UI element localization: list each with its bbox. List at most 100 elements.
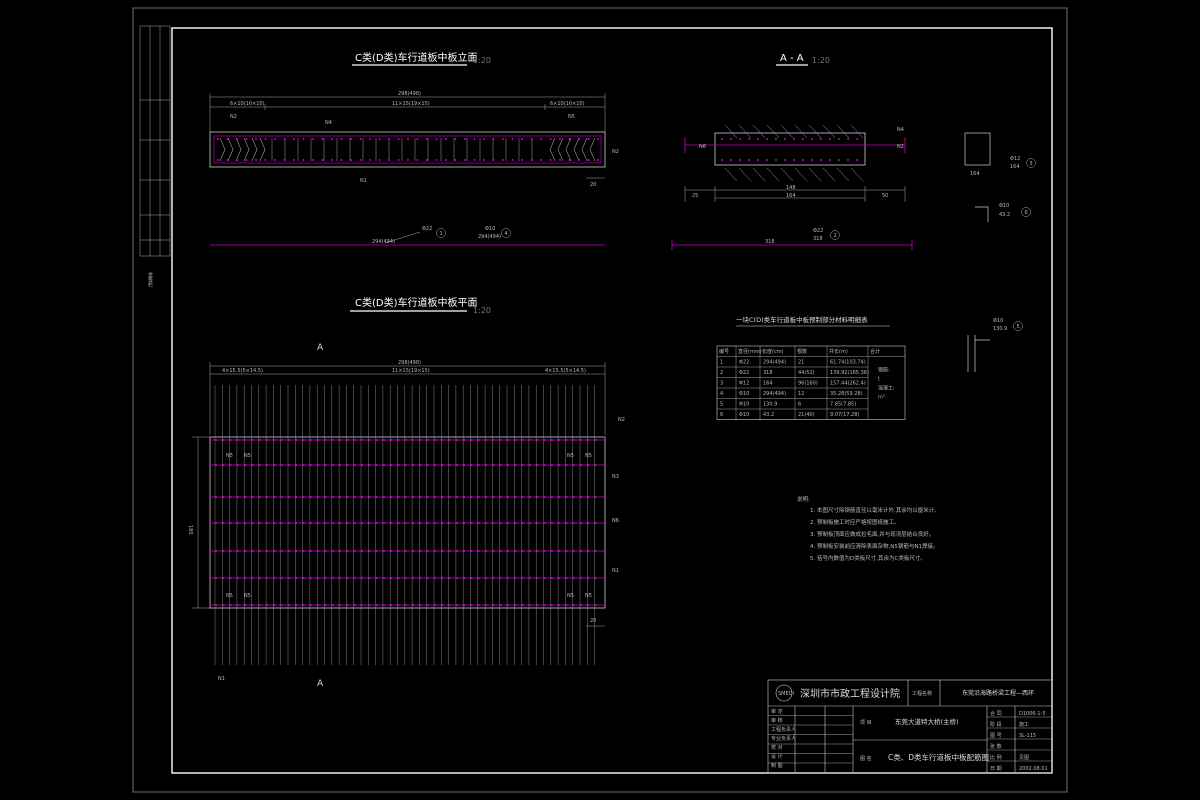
plan-rebar-dot — [353, 522, 356, 524]
plan-rebar-dot — [594, 522, 597, 524]
elevation-rebar-dot — [321, 159, 324, 161]
plan-rebar-dot — [572, 577, 575, 579]
plan-rebar-dot — [266, 464, 268, 466]
plan-rebar-dot — [390, 496, 393, 498]
plan-rebar-dot — [397, 464, 400, 466]
plan-rebar-dot — [470, 604, 473, 606]
table-cell: Φ22 — [739, 370, 749, 376]
plan-rebar-dot — [470, 464, 473, 466]
elevation-rebar-dot — [369, 159, 371, 161]
plan-rebar-dot — [266, 550, 268, 552]
plan-rebar-dot — [273, 550, 276, 552]
section-rebar-dot — [775, 159, 777, 161]
plan-rebar-dot — [492, 464, 495, 466]
plan-rebar-dot — [346, 522, 349, 524]
elevation-rebar-dot — [388, 159, 390, 161]
section-stirrup-line — [850, 124, 864, 139]
plan-rebar-dot — [258, 464, 261, 466]
section-rebar-dot — [793, 159, 795, 161]
elevation-stirrup — [251, 137, 258, 162]
plan-rebar-dot — [346, 604, 349, 606]
section-rebar-dot — [748, 159, 750, 161]
plan-rebar-dot — [353, 577, 356, 579]
section-rebar-dot — [847, 159, 849, 161]
plan-rebar-dot — [280, 496, 283, 498]
plan-rebar-dot — [222, 464, 225, 466]
plan-rebar-dot — [375, 464, 378, 466]
elevation-rebar-dot — [483, 159, 485, 161]
plan-rebar-dot — [215, 550, 217, 552]
plan-rebar-dot — [514, 464, 517, 466]
plan-rebar-dot — [550, 522, 553, 524]
plan-rebar-dot — [456, 550, 458, 552]
plan-rebar-dot — [258, 604, 261, 606]
table-cell: Φ12 — [739, 381, 749, 387]
plan-rebar-dot — [280, 577, 283, 579]
elevation-rebar-dot — [521, 138, 523, 140]
elevation-rebar-dot — [435, 138, 438, 140]
project-name: 东莞沿海路桥梁工程—西环 — [962, 689, 1034, 697]
plan-rebar-dot — [412, 550, 414, 552]
plan-rebar-dot — [280, 464, 283, 466]
label-n2-plan: N2 — [618, 417, 625, 423]
elevation-dim-20: 20 — [590, 182, 596, 188]
table-cell: 130.9 — [763, 402, 777, 408]
elevation-stirrup — [565, 137, 572, 162]
section-mark-top: A — [317, 343, 324, 353]
table-cell: 96(160) — [798, 381, 818, 387]
plan-rebar-dot — [390, 522, 393, 524]
elevation-title: C类(D类)车行道板中板立面 — [355, 51, 478, 64]
plan-rebar-dot — [463, 577, 466, 579]
elevation-total-dim: 298(498) — [398, 91, 421, 97]
plan-rebar-dot — [470, 522, 473, 524]
elevation-rebar-dot — [217, 138, 219, 140]
bar4-diameter: Φ10 — [485, 226, 495, 232]
bar6-length: 43.2 — [999, 212, 1010, 218]
plan-rebar-dot — [550, 577, 553, 579]
plan-rebar-dot — [434, 550, 436, 552]
section-rebar-dot — [838, 159, 840, 161]
plan-rebar-dot — [310, 604, 312, 606]
table-cell: 6 — [720, 412, 723, 418]
plan-rebar-dot — [470, 550, 473, 552]
plan-rebar-dot — [280, 522, 283, 524]
section-rebar-dot — [793, 138, 795, 140]
label-n5-plan-6: N5 — [244, 593, 251, 599]
table-cell: 2 — [720, 370, 723, 376]
section-rebar-dot — [775, 138, 777, 140]
elevation-rebar-dot — [492, 138, 495, 140]
plan-rebar-dot — [419, 550, 422, 552]
plan-rebar-dot — [463, 464, 466, 466]
plan-rebar-dot — [426, 550, 429, 552]
plan-rebar-dot — [244, 522, 247, 524]
plan-rebar-dot — [222, 439, 225, 441]
elevation-rebar-dot — [502, 138, 504, 140]
plan-rebar-dot — [375, 522, 378, 524]
plan-rebar-dot — [244, 550, 247, 552]
bar2-length: 318 — [813, 236, 823, 242]
elevation-rebar-dot — [473, 138, 476, 140]
plan-rebar-dot — [397, 496, 400, 498]
elevation-rebar-dot — [226, 138, 229, 140]
plan-rebar-dot — [237, 439, 239, 441]
plan-rebar-dot — [237, 496, 239, 498]
section-rebar-dot — [820, 159, 822, 161]
label-n1-elev: N1 — [360, 178, 367, 184]
plan-rebar-dot — [383, 464, 385, 466]
plan-total-dim: 298(498) — [398, 360, 421, 366]
elevation-slab-outline — [209, 131, 606, 168]
section-rebar-dot — [802, 138, 804, 140]
elevation-rebar-dot — [549, 138, 552, 140]
plan-rebar-dot — [353, 464, 356, 466]
elevation-stirrup — [235, 137, 242, 162]
plan-rebar-dot — [397, 439, 400, 441]
section-stirrup-line — [822, 167, 836, 182]
label-n1-plan: N1 — [612, 568, 619, 574]
table-cell: 294(494) — [763, 360, 786, 366]
plan-rebar-dot — [346, 496, 349, 498]
plan-rebar-dot — [375, 496, 378, 498]
elevation-rebar-dot — [293, 159, 295, 161]
plan-rebar-dot — [543, 496, 546, 498]
plan-rebar-dot — [404, 604, 407, 606]
plan-rebar-dots — [215, 439, 597, 606]
